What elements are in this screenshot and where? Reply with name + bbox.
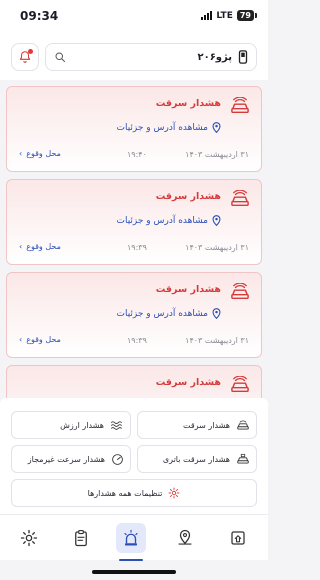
- car-alarm-icon: [231, 376, 249, 393]
- nav-home[interactable]: [223, 523, 253, 553]
- view-address-link[interactable]: مشاهده آدرس و جزئیات: [116, 215, 221, 226]
- location-link[interactable]: ‹ محل وقوع: [19, 149, 61, 158]
- vibration-alert-option[interactable]: هشدار ارزش: [11, 411, 131, 439]
- car-alarm-icon: [231, 283, 249, 300]
- alert-types-sheet: هشدار سرقت هشدار ارزش هشدار سرقت باتری ه…: [0, 398, 268, 514]
- status-indicators: LTE 79: [201, 10, 258, 21]
- top-bar: پژو۲۰۶: [0, 34, 268, 80]
- car-alarm-icon: [231, 190, 249, 207]
- notifications-button[interactable]: [11, 43, 39, 71]
- location-pin-icon: [212, 122, 221, 133]
- status-bar: 09:34 LTE 79: [0, 0, 268, 34]
- location-label: محل وقوع: [26, 242, 61, 251]
- alert-title: هشدار سرقت: [155, 191, 221, 202]
- alert-title: هشدار سرقت: [155, 284, 221, 295]
- nav-alerts[interactable]: [116, 523, 146, 561]
- view-address-label: مشاهده آدرس و جزئیات: [116, 308, 208, 319]
- car-battery-icon: [237, 453, 249, 464]
- nav-settings[interactable]: [14, 523, 44, 553]
- car-alarm-icon: [231, 97, 249, 114]
- home-icon: [231, 531, 245, 545]
- chevron-left-icon: ‹: [19, 335, 23, 344]
- notification-dot: [28, 49, 33, 54]
- battery-icon: 79: [236, 10, 258, 21]
- nav-map[interactable]: [170, 523, 200, 553]
- alert-date: ۳۱ اردیبهشت ۱۴۰۳: [185, 243, 249, 252]
- vibration-icon: [110, 421, 122, 430]
- alert-title: هشدار سرقت: [155, 98, 221, 109]
- location-pin-icon: [212, 308, 221, 319]
- view-address-link[interactable]: مشاهده آدرس و جزئیات: [116, 308, 221, 319]
- alert-date: ۳۱ اردیبهشت ۱۴۰۳: [185, 336, 249, 345]
- status-time: 09:34: [20, 9, 59, 23]
- alert-card[interactable]: هشدار سرقت مشاهده آدرس و جزئیات ۳۱ اردیب…: [6, 272, 262, 358]
- alert-date: ۳۱ اردیبهشت ۱۴۰۳: [185, 150, 249, 159]
- theft-alert-label: هشدار سرقت: [183, 420, 230, 430]
- view-address-label: مشاهده آدرس و جزئیات: [116, 215, 208, 226]
- alert-card[interactable]: هشدار سرقت مشاهده آدرس و جزئیات ۳۱ اردیب…: [6, 86, 262, 172]
- alert-time: ۱۹:۳۹: [127, 336, 147, 345]
- speedometer-icon: [112, 453, 123, 465]
- selected-vehicle: پژو۲۰۶: [197, 50, 248, 64]
- all-alerts-settings-button[interactable]: تنظیمات همه هشدارها: [11, 479, 257, 507]
- vehicle-search-field[interactable]: پژو۲۰۶: [45, 43, 257, 71]
- chevron-left-icon: ‹: [19, 242, 23, 251]
- all-alerts-settings-label: تنظیمات همه هشدارها: [87, 488, 163, 498]
- settings-gear-icon: [20, 529, 38, 547]
- nav-reports[interactable]: [66, 523, 96, 553]
- map-pin-icon: [178, 529, 192, 545]
- location-pin-icon: [212, 215, 221, 226]
- overspeed-alert-label: هشدار سرعت غیرمجاز: [27, 454, 105, 464]
- search-icon: [55, 52, 65, 62]
- signal-icon: [201, 11, 213, 20]
- location-label: محل وقوع: [26, 149, 61, 158]
- alert-card[interactable]: هشدار سرقت مشاهده آدرس و جزئیات ۳۱ اردیب…: [6, 179, 262, 265]
- siren-icon: [124, 529, 138, 546]
- overspeed-alert-option[interactable]: هشدار سرعت غیرمجاز: [11, 445, 131, 473]
- car-alarm-icon: [237, 420, 249, 430]
- location-link[interactable]: ‹ محل وقوع: [19, 335, 61, 344]
- bottom-navigation: [0, 514, 268, 561]
- gear-icon: [168, 487, 180, 499]
- view-address-label: مشاهده آدرس و جزئیات: [116, 122, 208, 133]
- theft-alert-option[interactable]: هشدار سرقت: [137, 411, 257, 439]
- battery-theft-alert-label: هشدار سرقت باتری: [162, 454, 230, 464]
- network-label: LTE: [216, 10, 233, 21]
- battery-theft-alert-option[interactable]: هشدار سرقت باتری: [137, 445, 257, 473]
- alert-time: ۱۹:۳۹: [127, 243, 147, 252]
- chevron-left-icon: ‹: [19, 149, 23, 158]
- vibration-alert-label: هشدار ارزش: [60, 420, 104, 430]
- alert-time: ۱۹:۴۰: [127, 150, 147, 159]
- home-indicator: [92, 570, 176, 574]
- vehicle-name: پژو۲۰۶: [197, 51, 232, 63]
- clipboard-icon: [75, 529, 87, 547]
- alert-title: هشدار سرقت: [155, 377, 221, 388]
- location-label: محل وقوع: [26, 335, 61, 344]
- view-address-link[interactable]: مشاهده آدرس و جزئیات: [116, 122, 221, 133]
- location-link[interactable]: ‹ محل وقوع: [19, 242, 61, 251]
- phone-device-icon: [238, 50, 248, 64]
